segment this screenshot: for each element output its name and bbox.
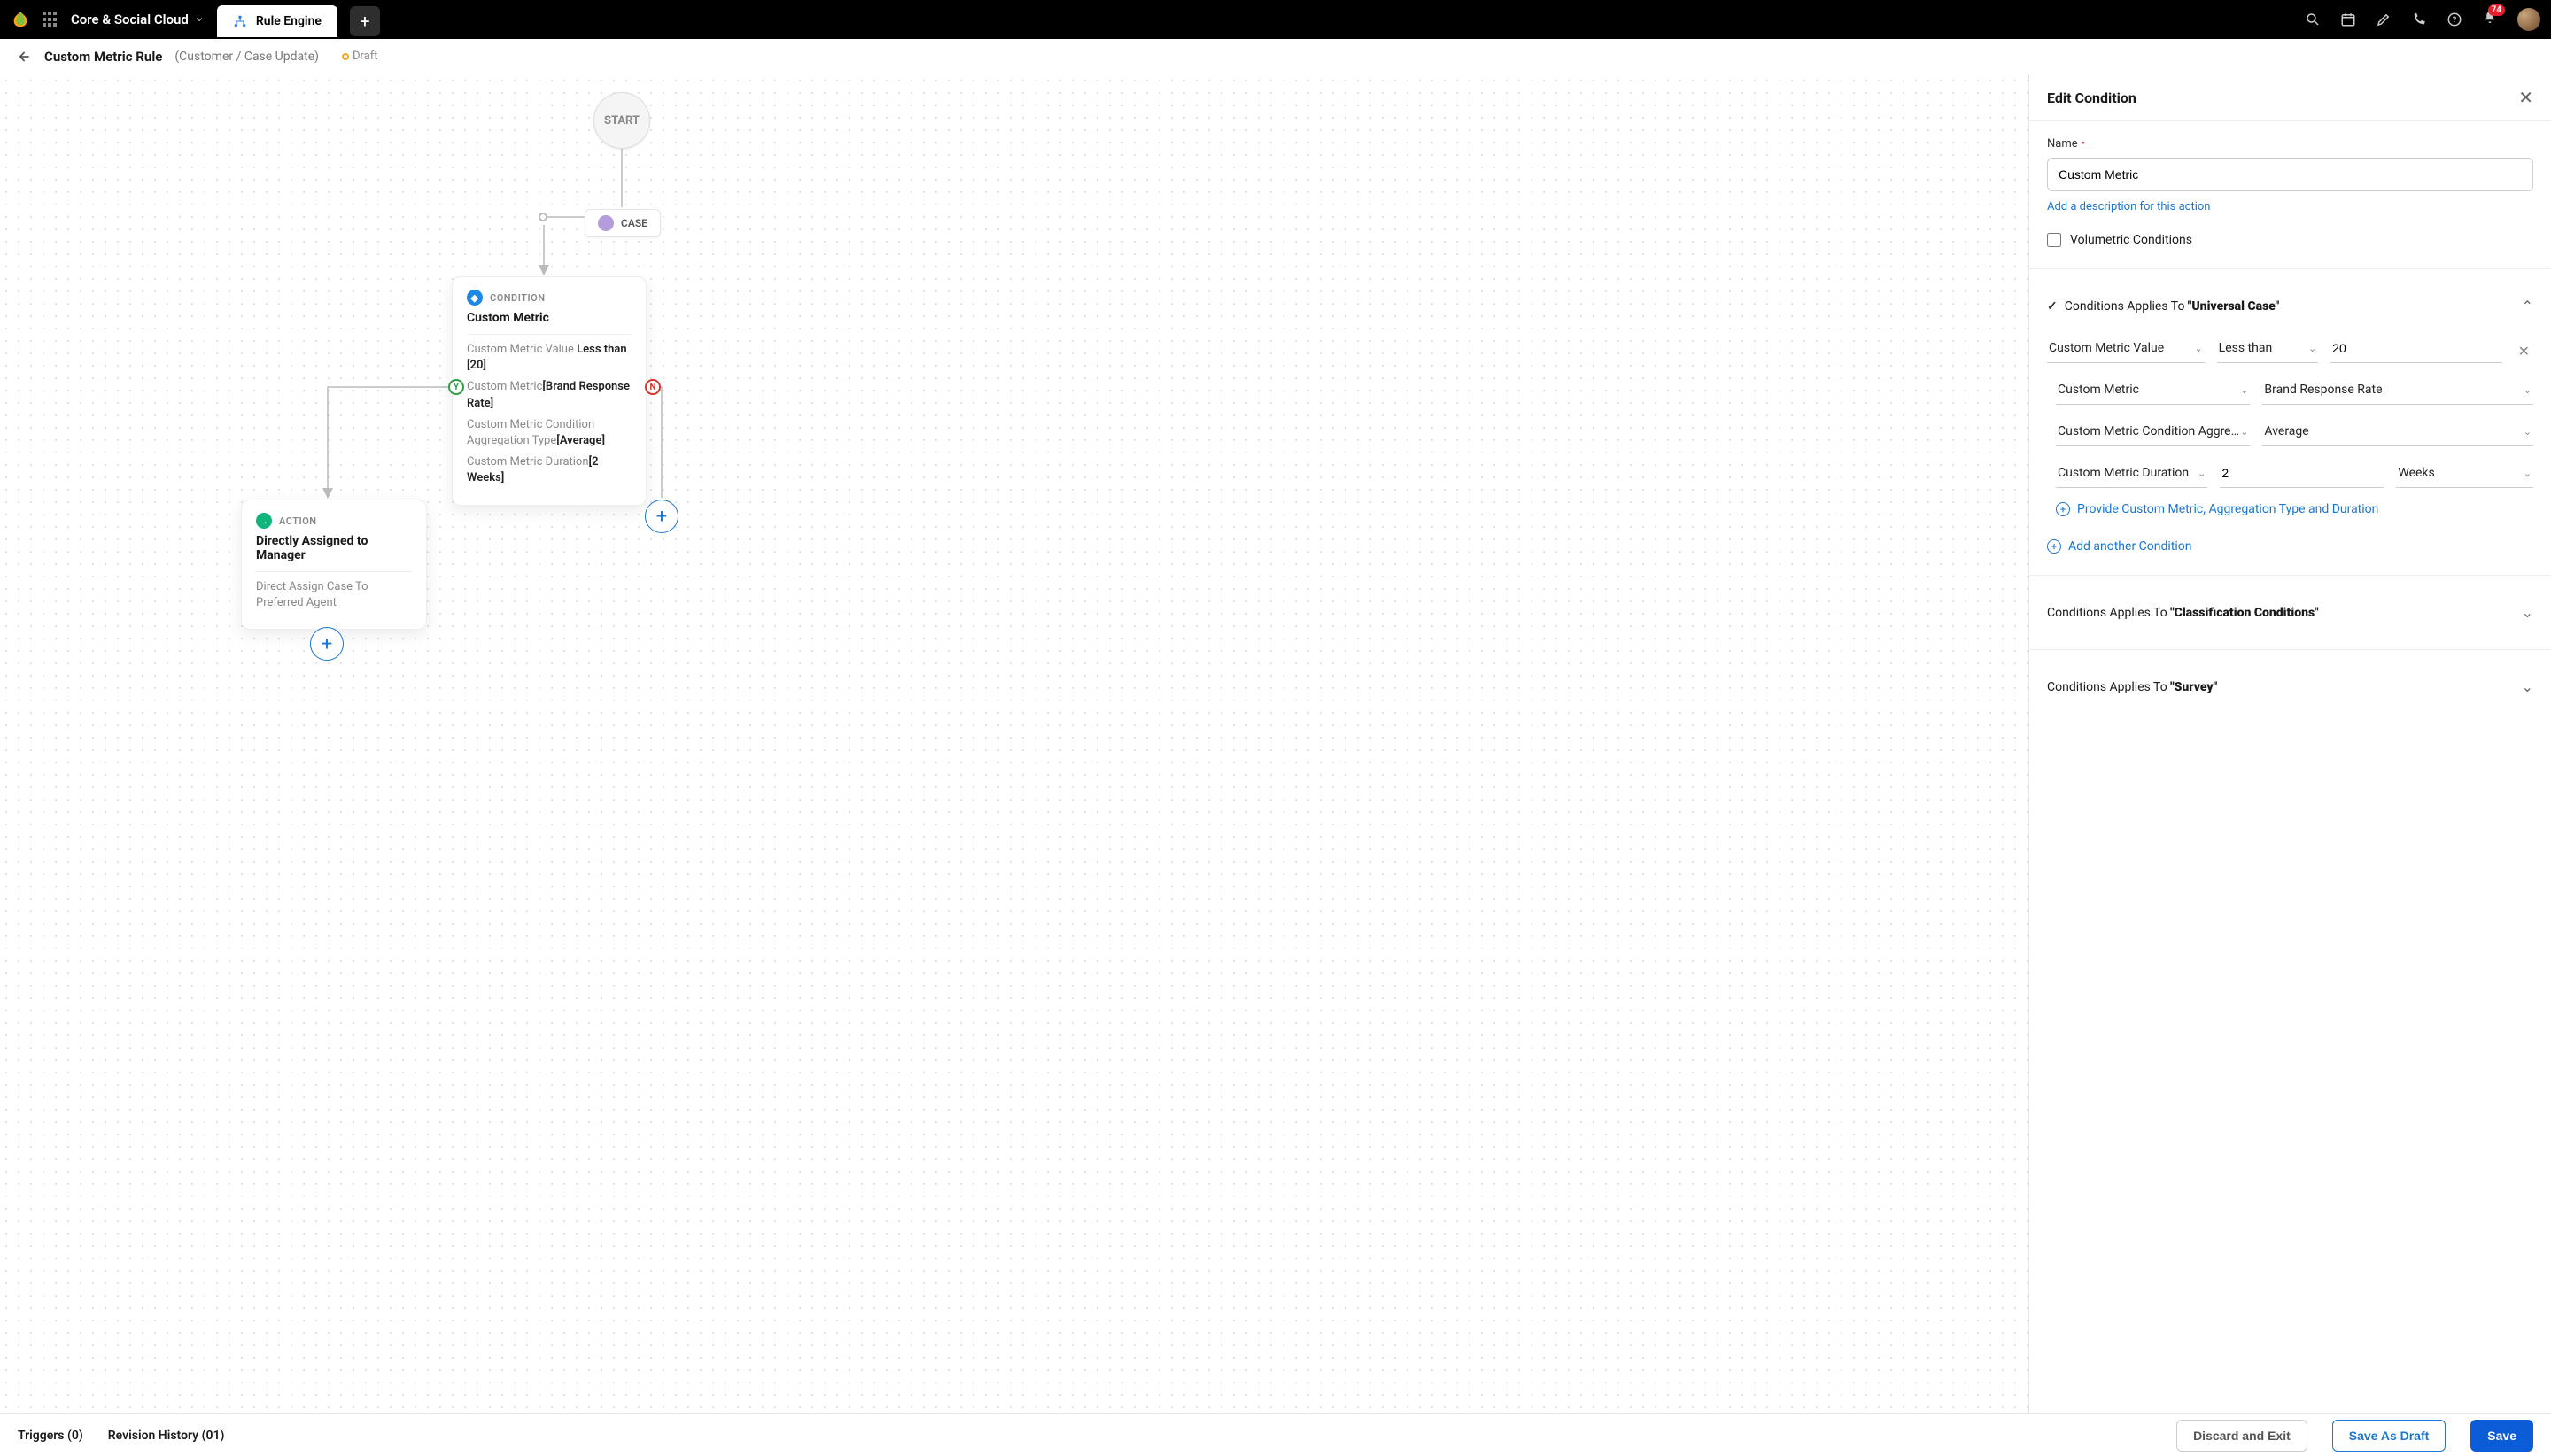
- field-select[interactable]: Custom Metric Value⌄: [2047, 334, 2205, 363]
- calendar-icon[interactable]: [2340, 12, 2356, 27]
- panel-title: Edit Condition: [2047, 89, 2136, 106]
- revision-history-tab[interactable]: Revision History (01): [108, 1429, 225, 1443]
- status-dot-icon: [342, 53, 349, 60]
- status-badge: Draft: [342, 50, 378, 63]
- volumetric-label: Volumetric Conditions: [2070, 233, 2192, 247]
- close-panel-button[interactable]: ✕: [2518, 87, 2533, 108]
- section-classification[interactable]: Conditions Applies To "Classification Co…: [2047, 597, 2533, 628]
- value-input[interactable]: [2330, 334, 2501, 363]
- discard-button[interactable]: Discard and Exit: [2176, 1420, 2307, 1452]
- aggregation-select[interactable]: Custom Metric Condition Aggre…⌄: [2056, 417, 2250, 446]
- triggers-tab[interactable]: Triggers (0): [18, 1429, 83, 1443]
- node-type-label: →ACTION: [256, 513, 412, 529]
- add-condition-link[interactable]: +Add another Condition: [2047, 539, 2533, 554]
- plus-icon: +: [2047, 539, 2061, 554]
- case-node[interactable]: CASE: [585, 209, 661, 237]
- action-desc: Direct Assign Case To Preferred Agent: [256, 579, 412, 611]
- cond-line: Custom Metric Condition Aggregation Type…: [467, 417, 632, 449]
- remove-condition-button[interactable]: ✕: [2515, 339, 2533, 363]
- arrow-icon: →: [256, 513, 272, 529]
- provide-metric-link[interactable]: +Provide Custom Metric, Aggregation Type…: [2047, 502, 2533, 516]
- action-node[interactable]: →ACTION Directly Assigned to Manager Dir…: [241, 500, 427, 630]
- diamond-icon: ◆: [467, 290, 483, 306]
- subheader: Custom Metric Rule (Customer / Case Upda…: [0, 39, 2551, 74]
- cond-line: Custom Metric[Brand Response Rate]: [467, 379, 632, 411]
- edit-condition-panel: Edit Condition ✕ Name• Add a description…: [2028, 74, 2551, 1413]
- duration-unit-select[interactable]: Weeks⌄: [2396, 459, 2533, 488]
- section-survey[interactable]: Conditions Applies To "Survey" ⌄: [2047, 671, 2533, 702]
- topnav-actions: ? 74: [2305, 8, 2540, 31]
- divider: [467, 334, 632, 335]
- connector-lines: [0, 74, 2028, 1413]
- name-label: Name•: [2047, 137, 2533, 151]
- connector-dot: [539, 213, 547, 221]
- add-node-button[interactable]: +: [645, 500, 678, 533]
- check-icon: ✓: [2047, 299, 2058, 314]
- cond-line: Custom Metric Duration[2 Weeks]: [467, 454, 632, 486]
- duration-select[interactable]: Custom Metric Duration⌄: [2056, 459, 2207, 488]
- help-icon[interactable]: ?: [2446, 12, 2462, 27]
- cond-line: Custom Metric Value Less than [20]: [467, 342, 632, 374]
- chevron-down-icon: ⌄: [2522, 678, 2533, 695]
- tab-label: Rule Engine: [256, 14, 322, 28]
- workspace-selector[interactable]: Core & Social Cloud: [71, 12, 205, 27]
- notification-badge: 74: [2488, 4, 2505, 16]
- add-tab-button[interactable]: +: [350, 6, 380, 36]
- yes-branch: Y: [448, 379, 464, 395]
- action-title: Directly Assigned to Manager: [256, 534, 412, 562]
- duration-number-input[interactable]: [2220, 459, 2384, 488]
- search-icon[interactable]: [2305, 12, 2321, 27]
- divider: [256, 571, 412, 572]
- condition-title: Custom Metric: [467, 311, 632, 325]
- operator-select[interactable]: Less than⌄: [2217, 334, 2319, 363]
- app-logo: [11, 10, 30, 29]
- node-type-label: ◆CONDITION: [467, 290, 632, 306]
- save-draft-button[interactable]: Save As Draft: [2332, 1420, 2446, 1452]
- start-node[interactable]: START: [593, 92, 650, 149]
- condition-node[interactable]: ◆CONDITION Custom Metric Custom Metric V…: [452, 276, 647, 506]
- tab-rule-engine[interactable]: Rule Engine: [217, 5, 337, 37]
- no-branch: N: [645, 379, 661, 395]
- top-nav: Core & Social Cloud Rule Engine + ? 74: [0, 0, 2551, 39]
- page-meta: (Customer / Case Update): [174, 50, 319, 64]
- page-title: Custom Metric Rule: [44, 49, 162, 65]
- metric-select[interactable]: Custom Metric⌄: [2056, 376, 2250, 405]
- phone-icon[interactable]: [2411, 12, 2427, 27]
- footer-bar: Triggers (0) Revision History (01) Disca…: [0, 1413, 2551, 1456]
- notifications-button[interactable]: 74: [2482, 10, 2498, 29]
- hierarchy-icon: [233, 14, 247, 28]
- save-button[interactable]: Save: [2470, 1420, 2533, 1452]
- workspace-name: Core & Social Cloud: [71, 12, 189, 27]
- chevron-down-icon: [194, 14, 205, 25]
- volumetric-checkbox[interactable]: [2047, 233, 2061, 247]
- user-avatar[interactable]: [2517, 8, 2540, 31]
- chevron-down-icon: ⌄: [2522, 604, 2533, 621]
- rule-canvas[interactable]: START CASE ◆CONDITION Custom Metric Cust…: [0, 74, 2028, 1413]
- add-description-link[interactable]: Add a description for this action: [2047, 200, 2210, 213]
- plus-icon: +: [2056, 502, 2070, 516]
- app-switcher-icon[interactable]: [43, 12, 58, 27]
- add-node-button[interactable]: +: [310, 627, 344, 661]
- section-universal-case[interactable]: ✓ Conditions Applies To "Universal Case"…: [2047, 290, 2533, 321]
- name-input[interactable]: [2047, 158, 2533, 191]
- edit-icon[interactable]: [2376, 12, 2392, 27]
- metric-value-select[interactable]: Brand Response Rate⌄: [2262, 376, 2533, 405]
- aggregation-value-select[interactable]: Average⌄: [2262, 417, 2533, 446]
- back-button[interactable]: [14, 48, 32, 66]
- chevron-up-icon: ⌃: [2522, 298, 2533, 314]
- case-icon: [598, 215, 614, 231]
- svg-text:?: ?: [2453, 16, 2457, 25]
